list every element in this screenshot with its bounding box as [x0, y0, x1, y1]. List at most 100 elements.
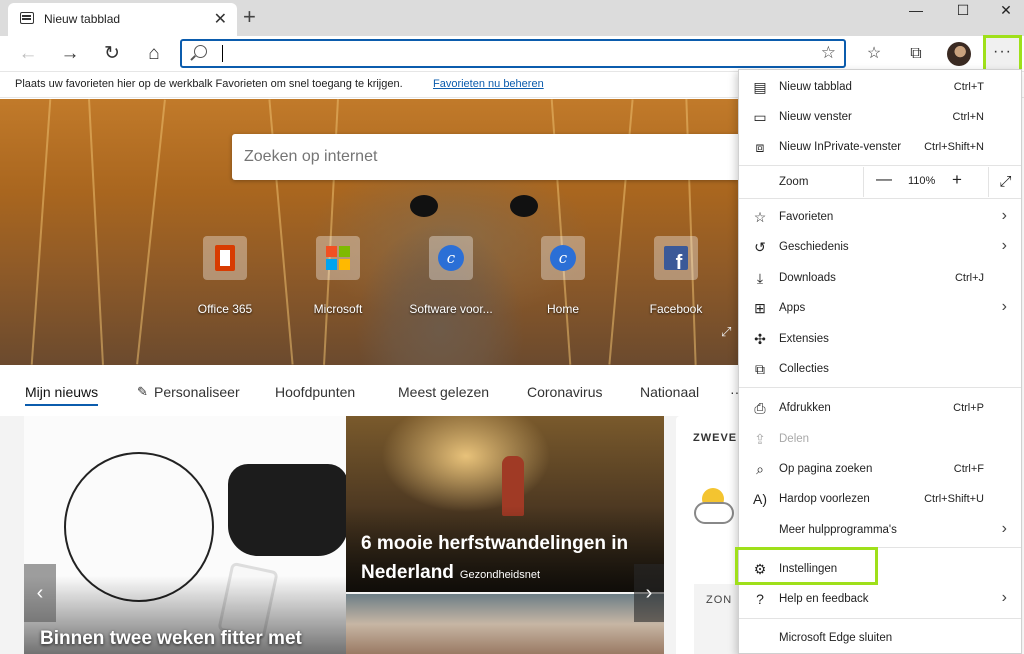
sports-top-image — [228, 464, 346, 556]
zoom-controls: — 110% + ⤢ — [863, 167, 1021, 197]
collections-toolbar-icon[interactable]: ⧉ — [903, 41, 929, 67]
quick-link-microsoft[interactable]: Microsoft — [283, 236, 393, 316]
news-tab-most-read[interactable]: Meest gelezen — [398, 384, 489, 400]
menu-separator — [739, 165, 1021, 166]
menu-item-zoom: Zoom — 110% + ⤢ — [739, 167, 1021, 197]
manage-favorites-link[interactable]: Favorieten nu beheren — [433, 78, 544, 90]
menu-item-apps[interactable]: ⊞ Apps › — [739, 293, 1021, 323]
tab-close-icon[interactable]: ✕ — [214, 9, 227, 29]
news-card-fitness[interactable]: Binnen twee weken fitter met — [24, 416, 346, 654]
settings-and-more-button[interactable]: ··· — [983, 35, 1022, 72]
menu-item-history[interactable]: ↺ Geschiedenis › — [739, 232, 1021, 262]
menu-item-label: Afdrukken — [779, 402, 831, 414]
web-search-input[interactable] — [244, 146, 724, 168]
weather-location: ZWEVE — [693, 432, 738, 444]
menu-item-print[interactable]: ⎙ Afdrukken Ctrl+P — [739, 393, 1021, 423]
weather-card[interactable]: ZWEVE ZON — [676, 416, 738, 654]
menu-item-shortcut: Ctrl+P — [953, 402, 984, 414]
quick-link-facebook[interactable]: f Facebook — [621, 236, 731, 316]
expand-icon[interactable]: ⤢ — [721, 324, 731, 340]
tab-title: Nieuw tabblad — [44, 12, 121, 26]
menu-item-help[interactable]: ? Help en feedback › — [739, 584, 1021, 614]
menu-item-downloads[interactable]: ⤓ Downloads Ctrl+J — [739, 263, 1021, 293]
window-close-button[interactable]: ✕ — [985, 0, 1024, 22]
address-bar[interactable]: ☆ — [180, 39, 846, 68]
menu-item-find-on-page[interactable]: ⌕ Op pagina zoeken Ctrl+F — [739, 454, 1021, 484]
title-bar: Nieuw tabblad ✕ + — ☐ ✕ — [0, 0, 1024, 36]
zoom-in-button[interactable]: + — [952, 170, 962, 190]
fullscreen-button[interactable]: ⤢ — [988, 167, 1022, 197]
menu-item-label: Hardop voorlezen — [779, 493, 870, 505]
menu-item-close-edge[interactable]: Microsoft Edge sluiten — [739, 623, 1021, 653]
settings-highlight-box — [735, 547, 878, 585]
news-card-headline: 6 mooie herfstwandelingen in Nederland Ge… — [361, 529, 656, 590]
add-favorite-star-icon[interactable]: ☆ — [821, 43, 836, 63]
menu-separator — [739, 618, 1021, 619]
news-tab-headlines[interactable]: Hoofdpunten — [275, 384, 355, 400]
new-tab-button[interactable]: + — [243, 4, 256, 30]
deer-eye — [510, 195, 538, 217]
menu-item-new-window[interactable]: ▭ Nieuw venster Ctrl+N — [739, 102, 1021, 132]
weather-sub-label: ZON — [706, 594, 733, 606]
news-card-thumbnail[interactable] — [346, 594, 664, 654]
carousel-next-button[interactable]: › — [634, 564, 664, 622]
menu-item-label: Downloads — [779, 272, 836, 284]
grass-stem — [88, 99, 104, 365]
apps-icon: ⊞ — [754, 300, 766, 316]
weather-subcard: ZON — [694, 584, 738, 654]
quick-link-office-365[interactable]: Office 365 — [170, 236, 280, 316]
quick-link-label: Microsoft — [313, 302, 363, 316]
news-tab-my-news[interactable]: Mijn nieuws — [25, 384, 99, 406]
new-tab-page-icon — [20, 12, 34, 24]
home-button[interactable]: ⌂ — [141, 41, 167, 67]
new-tab-icon: ▤ — [753, 79, 767, 95]
news-navigation: Mijn nieuws ✎ Personaliseer Hoofdpunten … — [0, 366, 744, 416]
svg-text:c: c — [559, 249, 568, 267]
menu-item-label: Apps — [779, 302, 806, 314]
web-search-box[interactable] — [232, 134, 738, 180]
menu-item-read-aloud[interactable]: A) Hardop voorlezen Ctrl+Shift+U — [739, 484, 1021, 514]
c-logo-icon: c — [541, 236, 585, 280]
menu-item-shortcut: Ctrl+J — [954, 272, 984, 284]
menu-item-label: Zoom — [779, 176, 809, 188]
quick-link-software[interactable]: c Software voor... — [396, 236, 506, 316]
menu-item-label: Meer hulpprogramma's — [779, 524, 897, 536]
read-aloud-icon: A) — [753, 491, 767, 507]
menu-item-label: Nieuw tabblad — [779, 81, 852, 93]
news-card-autumn-walks[interactable]: 6 mooie herfstwandelingen in Nederland Ge… — [346, 416, 664, 592]
back-button[interactable]: ← — [15, 41, 41, 67]
news-tab-personalize[interactable]: Personaliseer — [154, 384, 240, 400]
quick-link-label: Software voor... — [409, 302, 493, 316]
grass-stem — [136, 99, 166, 365]
share-icon: ⇪ — [754, 431, 766, 447]
refresh-button[interactable]: ↻ — [99, 41, 125, 67]
chevron-right-icon: › — [1001, 298, 1007, 315]
zoom-level: 110% — [908, 175, 936, 187]
menu-item-inprivate[interactable]: ⧈ Nieuw InPrivate-venster Ctrl+Shift+N — [739, 132, 1021, 162]
menu-item-more-tools[interactable]: Meer hulpprogramma's › — [739, 515, 1021, 545]
quick-link-home[interactable]: c Home — [508, 236, 618, 316]
address-input[interactable] — [224, 43, 804, 64]
grass-stem — [30, 99, 52, 365]
microsoft-logo-icon — [316, 236, 360, 280]
maximize-button[interactable]: ☐ — [942, 0, 984, 22]
text-caret — [222, 45, 223, 62]
print-icon: ⎙ — [754, 400, 766, 416]
news-tab-national[interactable]: Nationaal — [640, 384, 699, 400]
menu-item-favorites[interactable]: ☆ Favorieten › — [739, 202, 1021, 232]
menu-item-collections[interactable]: ⧉ Collecties — [739, 354, 1021, 384]
news-tab-coronavirus[interactable]: Coronavirus — [527, 384, 602, 400]
zoom-out-button[interactable]: — — [876, 171, 892, 189]
favorites-toolbar-icon[interactable]: ☆ — [861, 41, 887, 67]
forward-button[interactable]: → — [57, 41, 83, 67]
find-icon: ⌕ — [756, 461, 764, 477]
favorites-bar-message: Plaats uw favorieten hier op de werkbalk… — [15, 78, 403, 90]
tab-new-tab[interactable]: Nieuw tabblad ✕ — [8, 3, 237, 36]
menu-item-new-tab[interactable]: ▤ Nieuw tabblad Ctrl+T — [739, 72, 1021, 102]
menu-item-extensions[interactable]: ✣ Extensies — [739, 324, 1021, 354]
profile-avatar[interactable] — [947, 42, 971, 66]
minimize-button[interactable]: — — [895, 0, 937, 22]
carousel-prev-button[interactable]: ‹ — [24, 564, 56, 622]
collections-icon: ⧉ — [755, 361, 765, 377]
chevron-right-icon: › — [1001, 520, 1007, 537]
